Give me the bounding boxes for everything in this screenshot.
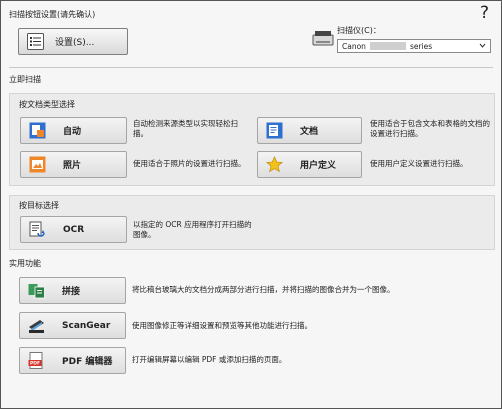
scanner-model-redacted [369,42,406,50]
pdf-editor-button[interactable]: PDF PDF 编辑器 [19,347,126,374]
by-destination-group: 按目标选择 OCR 以指定的 OCR 应用程序打开扫描的图像。 [9,195,495,250]
photo-icon [29,156,46,173]
auto-scan-icon [29,122,46,139]
stitch-label: 拼接 [62,287,81,297]
divider [9,67,493,68]
scangear-button[interactable]: ScanGear [19,312,126,339]
settings-button[interactable]: 设置(S)... [18,28,128,55]
main-window: 扫描按钮设置(请先确认) 设置(S)... ? 扫描仪(C)： Canon se… [0,0,502,409]
scanner-device-icon [312,28,334,48]
settings-button-label: 设置(S)... [55,38,95,48]
custom-scan-label: 用户定义 [300,161,337,171]
stitch-icon [28,282,45,299]
ocr-button[interactable]: OCR [20,216,127,243]
scanner-select[interactable]: Canon series [337,39,491,53]
auto-scan-label: 自动 [63,127,82,137]
ocr-desc: 以指定的 OCR 应用程序打开扫描的图像。 [133,220,252,239]
help-icon[interactable]: ? [480,3,489,23]
custom-scan-desc: 使用用户定义设置进行扫描。 [370,159,468,168]
stitch-desc: 将比稿台玻璃大的文档分成两部分进行扫描，并将扫描的图像合并为一个图像。 [132,285,395,294]
photo-scan-label: 照片 [63,161,82,171]
by-destination-title: 按目标选择 [19,201,59,210]
by-doc-type-title: 按文档类型选择 [19,100,75,109]
scanner-label: 扫描仪(C)： [337,26,381,35]
utilities-title: 实用功能 [9,259,41,268]
photo-scan-button[interactable]: 照片 [20,151,127,178]
pdf-editor-label: PDF 编辑器 [62,357,113,367]
pdf-editor-desc: 打开编辑屏幕以编辑 PDF 或添加扫描的页面。 [132,355,287,364]
chevron-down-icon [479,42,486,51]
auto-scan-button[interactable]: 自动 [20,117,127,144]
document-icon [266,122,283,139]
scangear-label: ScanGear [62,320,111,331]
ocr-icon [29,221,46,238]
document-scan-button[interactable]: 文档 [257,117,362,144]
document-scan-label: 文档 [300,127,319,137]
photo-scan-desc: 使用适合于照片的设置进行扫描。 [133,159,246,168]
settings-icon [27,33,44,50]
scangear-desc: 使用图像修正等详细设置和预览等其他功能进行扫描。 [132,321,312,330]
svg-text:PDF: PDF [30,361,40,367]
by-doc-type-group: 按文档类型选择 自动 自动检测来源类型以实现轻松扫描。 文档 使用适合于包含文本… [9,93,495,186]
scanner-select-suffix: series [409,41,433,51]
document-scan-desc: 使用适合于包含文本和表格的文档的设置进行扫描。 [370,119,490,138]
custom-scan-button[interactable]: 用户定义 [257,151,362,178]
auto-scan-desc: 自动检测来源类型以实现轻松扫描。 [133,119,238,138]
quick-scan-title: 立即扫描 [9,75,41,84]
pdf-editor-icon: PDF [28,352,45,369]
scan-button-settings-title: 扫描按钮设置(请先确认) [9,10,96,19]
scanner-select-prefix: Canon [342,41,366,51]
star-icon [266,156,283,173]
scangear-icon [28,317,45,334]
ocr-label: OCR [63,224,85,235]
stitch-button[interactable]: 拼接 [19,277,126,304]
